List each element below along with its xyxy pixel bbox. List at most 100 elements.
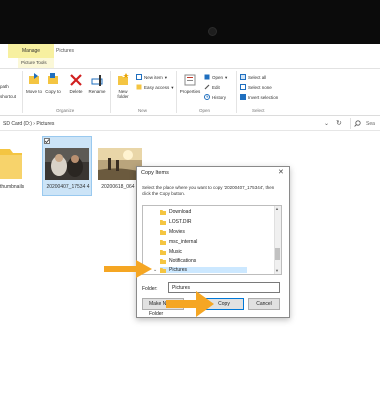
copy-to-button[interactable]: Copy to (45, 73, 61, 94)
copy-path-label: path (0, 84, 9, 89)
scroll-up-icon[interactable]: ▲ (275, 206, 279, 211)
history-button[interactable]: History (204, 94, 226, 100)
rename-icon (91, 75, 103, 86)
tree-item-label: Movies (169, 229, 185, 235)
folder-icon (160, 258, 166, 264)
group-label-select: Select (252, 108, 265, 113)
delete-icon (70, 74, 82, 86)
edit-icon (204, 84, 210, 90)
edit-label: Edit (212, 84, 220, 90)
scroll-down-icon[interactable]: ▼ (275, 268, 279, 273)
select-none-button[interactable]: Select none (240, 84, 272, 90)
tab-picture-tools[interactable]: Picture Tools (18, 58, 54, 68)
invert-selection-button[interactable]: Invert selection (240, 94, 278, 100)
tab-manage-label: Manage (22, 48, 41, 54)
expand-chevron-icon[interactable]: ⌄ (153, 267, 157, 273)
device-top-bar (0, 0, 380, 44)
properties-label: Properties (179, 89, 201, 94)
tree-item-label: msc_internal (169, 239, 198, 245)
invert-selection-label: Invert selection (248, 94, 279, 100)
paste-shortcut-item[interactable]: shortcut (0, 94, 16, 99)
ribbon-divider (176, 71, 177, 113)
tree-item-pictures[interactable]: Pictures (160, 267, 248, 273)
cancel-button[interactable]: Cancel (248, 298, 280, 310)
tree-item-label: Notifications (169, 258, 197, 264)
move-to-label: Move to (26, 89, 43, 94)
new-folder-icon (118, 73, 129, 85)
select-none-icon (240, 84, 246, 90)
folder-icon (160, 267, 166, 273)
properties-icon (184, 74, 196, 86)
ribbon-divider (110, 71, 111, 113)
select-all-label: Select all (248, 74, 267, 80)
tree-item-label: LOST.DIR (169, 219, 192, 225)
tree-item-label: Pictures (169, 267, 188, 273)
group-label-open: Open (199, 108, 211, 113)
dropdown-arrow-icon: ▾ (164, 74, 168, 80)
move-to-button[interactable]: Move to (26, 73, 42, 94)
file-name: thumbnails (0, 184, 25, 190)
dropdown-arrow-icon: ▾ (171, 84, 174, 90)
camera-icon (208, 27, 217, 36)
history-icon (204, 94, 210, 100)
easy-access-label: Easy access (144, 84, 170, 90)
select-all-button[interactable]: Select all (240, 74, 266, 80)
move-to-icon (29, 73, 39, 84)
breadcrumb[interactable]: SD Card (D:) › Pictures (3, 121, 54, 127)
scrollbar-thumb[interactable] (275, 248, 280, 260)
open-label: Open (212, 74, 224, 80)
rename-button[interactable]: Rename (88, 73, 106, 94)
group-label-organize: Organize (56, 108, 75, 113)
tree-item-music[interactable]: Music (160, 249, 182, 255)
rename-label: Rename (88, 89, 106, 94)
edit-button[interactable]: Edit (204, 84, 220, 90)
checkbox-icon[interactable] (44, 138, 50, 144)
properties-button[interactable]: Properties (178, 73, 202, 94)
new-item-button[interactable]: New item ▾ (136, 74, 167, 80)
new-item-label: New item (144, 74, 163, 80)
delete-label: Delete (69, 89, 83, 94)
delete-button[interactable]: Delete (67, 73, 85, 94)
folder-field-label: Folder: (142, 286, 158, 292)
checkmark-icon (44, 139, 50, 144)
open-icon (204, 74, 210, 80)
folder-icon (160, 219, 166, 225)
file-name: 20200407_17534 4 (46, 184, 90, 190)
tree-item-notifications[interactable]: Notifications (160, 258, 196, 264)
arrow-icon (166, 291, 214, 317)
tree-item-label: Music (169, 249, 183, 255)
folder-icon (160, 229, 166, 235)
tree-item-movies[interactable]: Movies (160, 229, 185, 235)
copy-to-icon (48, 73, 58, 84)
folder-icon (160, 239, 166, 245)
open-button[interactable]: Open ▾ (204, 74, 227, 80)
new-item-icon (136, 74, 142, 80)
select-none-label: Select none (248, 84, 272, 90)
dialog-instruction: Select the place where you want to copy … (142, 185, 275, 196)
close-icon[interactable]: ✕ (278, 168, 284, 176)
folder-icon (160, 209, 166, 215)
easy-access-button[interactable]: Easy access ▾ (136, 84, 174, 90)
tree-item-label: Download (169, 209, 192, 215)
copy-path-item[interactable]: path (0, 84, 9, 89)
tree-item-download[interactable]: Download (160, 209, 191, 215)
history-dropdown-icon[interactable]: ⌄ (324, 120, 329, 127)
search-input[interactable]: Sea (366, 121, 375, 127)
dialog-title: Copy Items (141, 170, 169, 176)
invert-selection-icon (240, 94, 246, 100)
refresh-icon[interactable]: ↻ (336, 119, 342, 127)
history-label: History (212, 94, 227, 100)
paste-shortcut-label: shortcut (0, 94, 17, 99)
photo-thumbnail (45, 148, 89, 180)
tree-scrollbar[interactable] (274, 206, 281, 274)
ribbon-divider (22, 71, 23, 113)
new-folder-button[interactable]: New folder (114, 73, 132, 99)
search-icon (354, 120, 361, 127)
folder-icon[interactable] (0, 143, 22, 179)
easy-access-icon (136, 84, 142, 90)
select-all-icon (240, 74, 246, 80)
address-bar (0, 116, 380, 131)
tree-item-lost-dir[interactable]: LOST.DIR (160, 219, 192, 225)
folder-icon (160, 249, 166, 255)
tree-item-msc-internal[interactable]: msc_internal (160, 239, 197, 245)
